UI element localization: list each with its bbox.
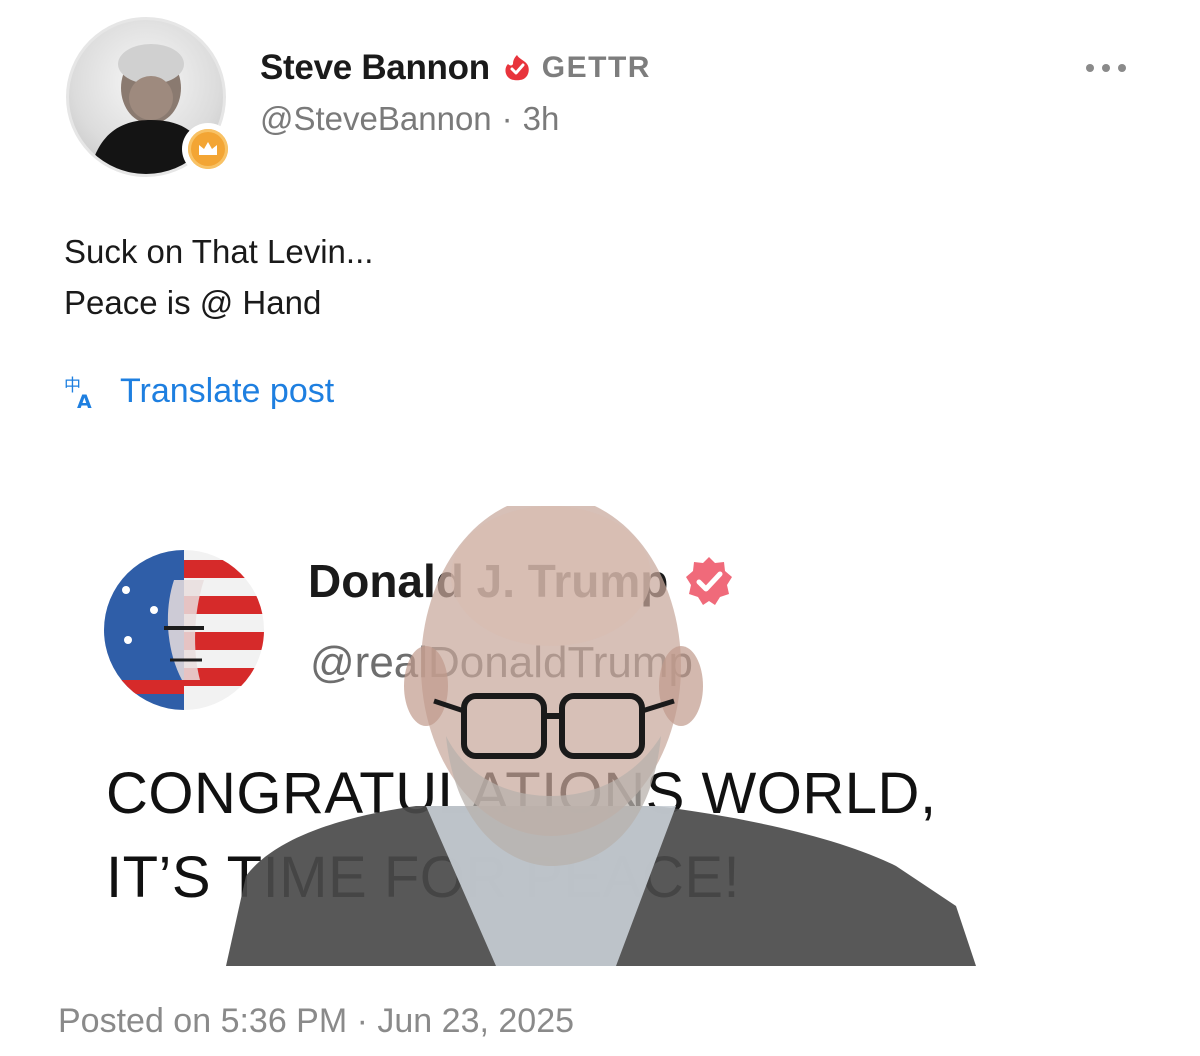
embedded-author-name: Donald J. Trump <box>308 555 669 607</box>
author-handle[interactable]: @SteveBannon <box>260 100 492 138</box>
platform-label: GETTR <box>541 51 651 84</box>
translate-post-label: Translate post <box>120 372 335 410</box>
flame-check-icon <box>505 55 529 81</box>
embedded-name-row: Donald J. Trump <box>308 554 736 608</box>
post-text-line: Peace is @ Hand <box>64 284 322 321</box>
crown-badge-icon <box>182 123 234 175</box>
translate-icon: 中 A <box>64 376 92 410</box>
author-avatar[interactable] <box>66 17 234 177</box>
more-options-button[interactable] <box>1086 64 1126 72</box>
embedded-avatar <box>104 550 264 710</box>
author-name-row: Steve Bannon GETTR <box>260 48 651 88</box>
verified-badge-icon <box>686 557 733 605</box>
post-text: Suck on That Levin... Peace is @ Hand <box>64 226 373 328</box>
translate-post-button[interactable]: 中 A Translate post <box>64 372 334 411</box>
embedded-handle: @realDonaldTrump <box>310 638 693 687</box>
post-media-image[interactable]: Donald J. Trump @realDonaldTrump CONGRAT… <box>96 506 1056 966</box>
post-age: 3h <box>522 100 560 137</box>
author-name[interactable]: Steve Bannon <box>260 48 490 88</box>
post-text-line: Suck on That Levin... <box>64 233 374 270</box>
embedded-text-line: CONGRATULATIONS WORLD, <box>106 761 937 826</box>
embedded-text: CONGRATULATIONS WORLD, IT’S TIME FOR PEA… <box>106 752 937 920</box>
meta-separator: · <box>501 100 513 137</box>
posted-timestamp: Posted on 5:36 PM · Jun 23, 2025 <box>58 1002 575 1040</box>
svg-text:A: A <box>77 391 92 410</box>
more-dots-icon <box>1086 64 1094 72</box>
author-meta: @SteveBannon · 3h <box>260 100 559 138</box>
embedded-text-line: IT’S TIME FOR PEACE! <box>106 845 741 910</box>
